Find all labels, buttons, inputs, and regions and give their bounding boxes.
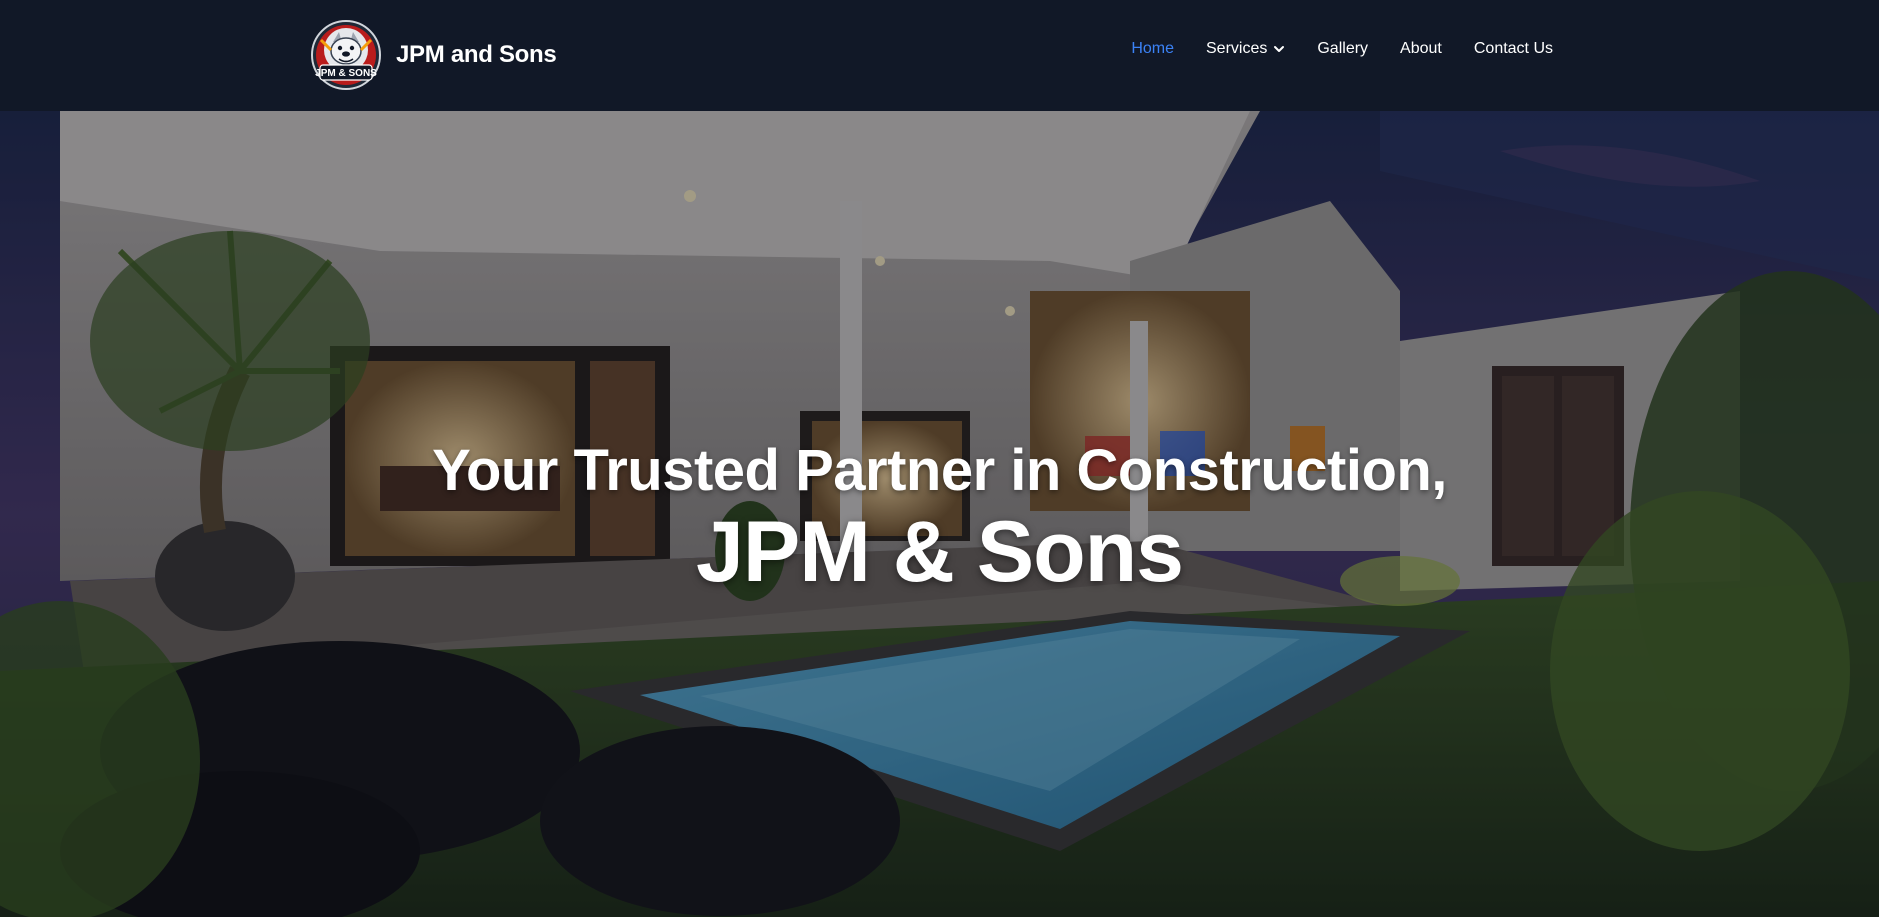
site-header: JPM & SONS JPM and Sons Home Services Ga…	[0, 0, 1879, 111]
nav-gallery[interactable]: Gallery	[1317, 40, 1368, 58]
bulldog-crest-logo-icon[interactable]: JPM & SONS	[311, 20, 381, 90]
logo-text: JPM & SONS	[315, 68, 377, 79]
hero-section: Your Trusted Partner in Construction, JP…	[0, 111, 1879, 919]
chevron-down-icon	[1274, 46, 1285, 52]
nav-about[interactable]: About	[1400, 40, 1442, 58]
hero-company-name: JPM & Sons	[696, 504, 1184, 600]
nav-services-label: Services	[1206, 40, 1268, 57]
nav-home[interactable]: Home	[1131, 40, 1174, 58]
nav-contact-us[interactable]: Contact Us	[1474, 40, 1553, 58]
nav-services[interactable]: Services	[1206, 40, 1285, 58]
brand[interactable]: JPM & SONS JPM and Sons	[311, 20, 557, 90]
brand-name[interactable]: JPM and Sons	[396, 41, 557, 69]
main-nav: Home Services Gallery About Contact Us	[1131, 40, 1553, 58]
hero-heading: Your Trusted Partner in Construction,	[432, 438, 1447, 503]
